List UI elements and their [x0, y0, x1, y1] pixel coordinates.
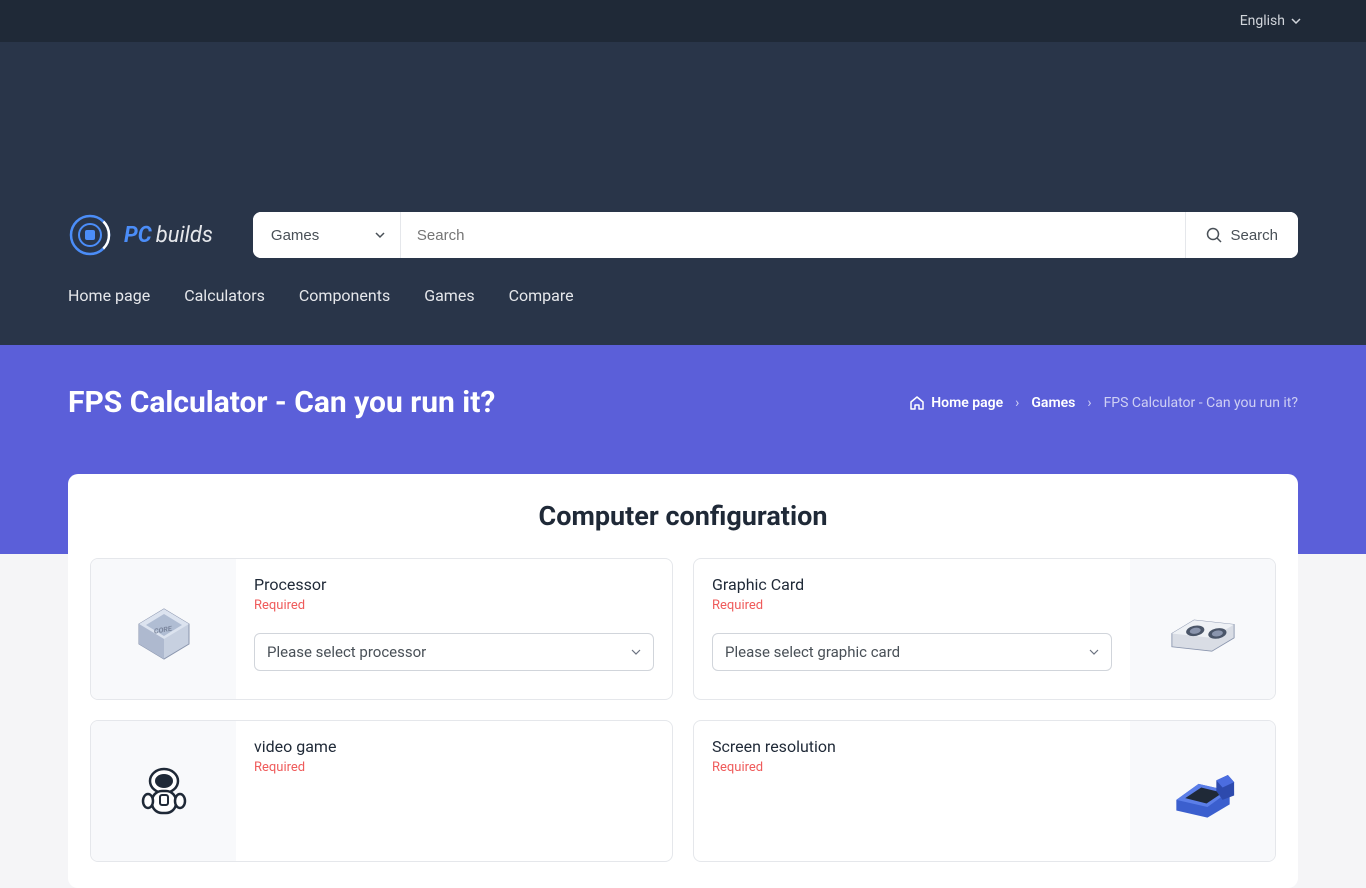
nav-compare[interactable]: Compare — [509, 286, 574, 305]
language-selector[interactable]: English — [1240, 13, 1301, 29]
config-card-screen-resolution: Screen resolution Required — [693, 720, 1276, 862]
nav-games[interactable]: Games — [424, 286, 474, 305]
processor-select[interactable]: Please select processor — [254, 633, 654, 671]
breadcrumb-home[interactable]: Home page — [909, 395, 1003, 411]
game-label: video game — [254, 737, 654, 756]
gpu-label: Graphic Card — [712, 575, 1112, 594]
logo[interactable]: PC builds — [68, 213, 213, 257]
monitor-icon — [1163, 751, 1243, 831]
search-icon — [1206, 227, 1222, 243]
processor-select-placeholder: Please select processor — [267, 643, 426, 661]
resolution-label: Screen resolution — [712, 737, 1112, 756]
header: PC builds Games Search Home page Calcula… — [0, 42, 1366, 345]
game-icon-box — [91, 721, 236, 861]
logo-text: PC builds — [124, 223, 213, 248]
topbar: English — [0, 0, 1366, 42]
breadcrumb-games[interactable]: Games — [1031, 395, 1075, 411]
resolution-icon-box — [1130, 721, 1275, 861]
processor-label: Processor — [254, 575, 654, 594]
gpu-select[interactable]: Please select graphic card — [712, 633, 1112, 671]
search-category-select[interactable]: Games — [253, 212, 401, 258]
section-title: Computer configuration — [90, 500, 1276, 532]
config-card-container: Computer configuration CORE — [68, 474, 1298, 888]
astronaut-icon — [124, 751, 204, 831]
chevron-down-icon — [1089, 649, 1099, 655]
config-card-video-game: video game Required — [90, 720, 673, 862]
language-label: English — [1240, 13, 1285, 29]
nav-calculators[interactable]: Calculators — [184, 286, 265, 305]
breadcrumb: Home page › Games › FPS Calculator - Can… — [909, 395, 1298, 411]
nav-components[interactable]: Components — [299, 286, 390, 305]
cpu-icon: CORE — [124, 589, 204, 669]
gpu-icon-box — [1130, 559, 1275, 699]
search-bar: Games Search — [253, 212, 1298, 258]
chevron-down-icon — [631, 649, 641, 655]
logo-icon — [68, 213, 112, 257]
gpu-icon — [1163, 589, 1243, 669]
gpu-required: Required — [712, 598, 1112, 613]
breadcrumb-separator: › — [1087, 395, 1091, 411]
nav-home[interactable]: Home page — [68, 286, 150, 305]
chevron-down-icon — [1291, 18, 1301, 24]
config-card-graphic-card: Graphic Card Required Please select grap… — [693, 558, 1276, 700]
search-button-label: Search — [1230, 227, 1278, 244]
gpu-select-placeholder: Please select graphic card — [725, 643, 900, 661]
main-nav: Home page Calculators Components Games C… — [68, 258, 1298, 305]
search-button[interactable]: Search — [1185, 212, 1298, 258]
processor-required: Required — [254, 598, 654, 613]
home-icon — [909, 395, 925, 411]
breadcrumb-separator: › — [1015, 395, 1019, 411]
config-card-processor: CORE Processor Required Please select pr… — [90, 558, 673, 700]
processor-icon-box: CORE — [91, 559, 236, 699]
logo-pc-text: PC — [124, 223, 152, 248]
logo-builds-text: builds — [156, 223, 213, 248]
hero-section: FPS Calculator - Can you run it? Home pa… — [0, 345, 1366, 474]
breadcrumb-current: FPS Calculator - Can you run it? — [1104, 395, 1298, 411]
page-title: FPS Calculator - Can you run it? — [68, 385, 495, 420]
search-input[interactable] — [401, 212, 1186, 258]
